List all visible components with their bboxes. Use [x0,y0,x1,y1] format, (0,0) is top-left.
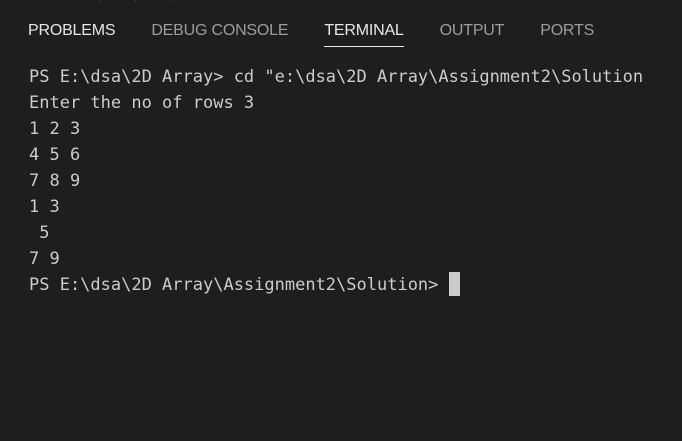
tab-debug-console[interactable]: DEBUG CONSOLE [151,14,288,46]
terminal-line: 1 3 [29,197,60,217]
terminal-line: 7 9 [29,249,60,269]
terminal-prompt: PS E:\dsa\2D Array\Assignment2\Solution> [29,275,449,295]
panel-divider [135,0,136,2]
panel-divider [170,0,171,2]
tab-problems[interactable]: PROBLEMS [28,14,116,46]
panel-tab-bar: PROBLEMS DEBUG CONSOLE TERMINAL OUTPUT P… [0,14,682,48]
panel-top-border [0,0,682,5]
terminal-output[interactable]: PS E:\dsa\2D Array> cd "e:\dsa\2D Array\… [29,64,682,434]
panel-divider [100,0,101,2]
terminal-line: Enter the no of rows 3 [29,93,255,113]
tab-output[interactable]: OUTPUT [440,14,505,46]
tab-ports[interactable]: PORTS [540,14,594,46]
terminal-line: 5 [29,223,50,243]
terminal-line: 4 5 6 [29,145,81,165]
terminal-line: 7 8 9 [29,171,81,191]
terminal-panel: PROBLEMS DEBUG CONSOLE TERMINAL OUTPUT P… [0,0,682,441]
terminal-prompt-line[interactable]: PS E:\dsa\2D Array\Assignment2\Solution> [29,272,682,298]
terminal-cursor [448,272,460,296]
tab-terminal[interactable]: TERMINAL [324,14,404,47]
terminal-line: 1 2 3 [29,119,81,139]
terminal-line: PS E:\dsa\2D Array> cd "e:\dsa\2D Array\… [29,67,644,87]
